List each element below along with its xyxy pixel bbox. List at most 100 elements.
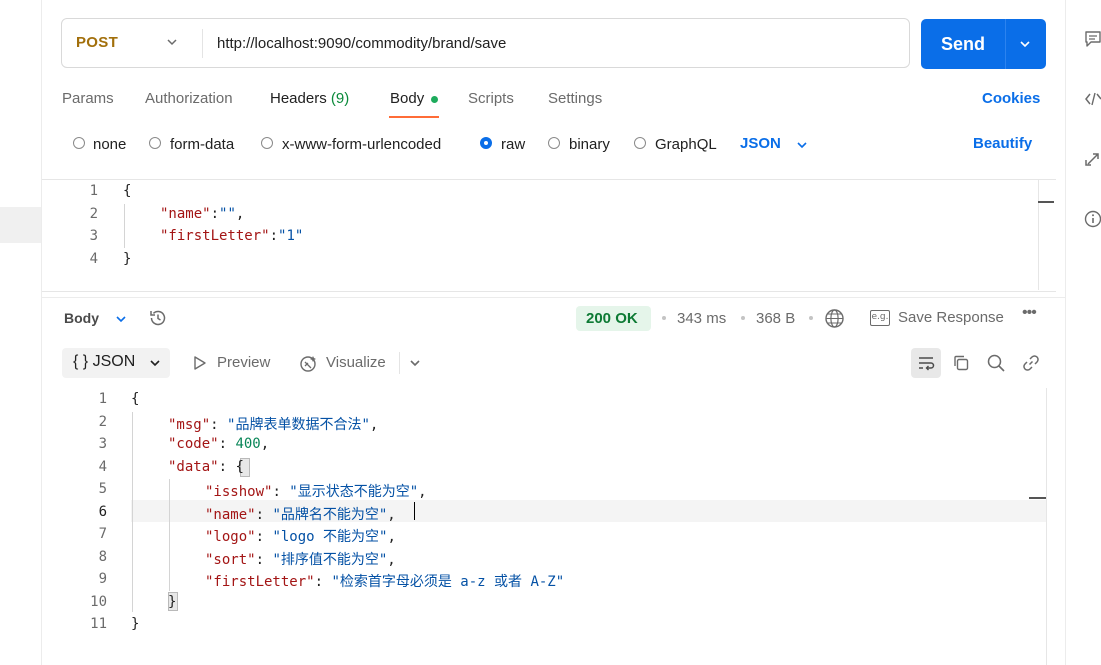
separator-dot bbox=[741, 316, 745, 320]
json-string: "品牌名不能为空" bbox=[272, 507, 388, 523]
response-format-select[interactable]: { } JSON bbox=[62, 348, 170, 378]
code-icon[interactable] bbox=[1084, 90, 1101, 108]
language-select[interactable]: JSON bbox=[740, 135, 781, 152]
line-number: 4 bbox=[89, 251, 98, 267]
response-format-label: { } JSON bbox=[73, 353, 136, 370]
preview-button[interactable]: Preview bbox=[217, 354, 270, 371]
chevron-down-icon[interactable] bbox=[795, 138, 809, 152]
chevron-down-icon[interactable] bbox=[1018, 37, 1032, 51]
json-key: "msg" bbox=[168, 417, 211, 433]
indent-guide bbox=[124, 204, 125, 248]
json-string: "" bbox=[219, 206, 236, 222]
url-input[interactable]: http://localhost:9090/commodity/brand/sa… bbox=[217, 35, 506, 52]
tab-settings[interactable]: Settings bbox=[548, 90, 602, 107]
code-line: "name": "品牌名不能为空", bbox=[205, 507, 396, 523]
history-icon[interactable] bbox=[148, 308, 168, 328]
radio-form-data-label[interactable]: form-data bbox=[170, 136, 234, 153]
send-divider bbox=[1005, 19, 1006, 69]
tab-body[interactable]: Body bbox=[390, 90, 424, 107]
tab-params[interactable]: Params bbox=[62, 90, 114, 107]
info-icon[interactable] bbox=[1084, 210, 1101, 228]
code-line: "code": 400, bbox=[168, 436, 270, 452]
json-string: "品牌表单数据不合法" bbox=[227, 417, 370, 433]
radio-raw-label[interactable]: raw bbox=[501, 136, 525, 153]
code-brace: } bbox=[131, 616, 140, 632]
cookies-link[interactable]: Cookies bbox=[982, 90, 1040, 107]
request-editor-scroll-marker bbox=[1038, 201, 1054, 203]
tab-headers[interactable]: Headers (9) bbox=[270, 90, 349, 107]
beautify-button[interactable]: Beautify bbox=[973, 135, 1032, 152]
json-key: "code" bbox=[168, 436, 219, 452]
copy-icon[interactable] bbox=[951, 353, 971, 373]
headers-count-badge: (9) bbox=[330, 90, 350, 107]
response-body-select[interactable]: Body bbox=[64, 310, 99, 326]
send-button[interactable]: Send bbox=[921, 19, 1046, 69]
json-key: "sort" bbox=[205, 552, 256, 568]
line-number: 11 bbox=[90, 616, 107, 632]
radio-urlencoded[interactable] bbox=[261, 137, 273, 149]
left-sidebar-selected-item[interactable] bbox=[0, 207, 41, 243]
wrap-lines-button[interactable] bbox=[911, 348, 941, 378]
response-editor-scrollbar[interactable] bbox=[1046, 388, 1047, 665]
save-response-button[interactable]: Save Response bbox=[898, 309, 1004, 326]
code-line: "isshow": "显示状态不能为空", bbox=[205, 484, 427, 500]
tab-scripts[interactable]: Scripts bbox=[468, 90, 514, 107]
visualize-button[interactable]: Visualize bbox=[326, 354, 386, 371]
globe-icon[interactable] bbox=[824, 308, 845, 329]
body-indicator-dot bbox=[431, 96, 438, 103]
comment-icon[interactable] bbox=[1084, 30, 1101, 48]
response-editor-scroll-marker bbox=[1029, 497, 1046, 499]
code-brace: { bbox=[235, 459, 244, 475]
line-number: 1 bbox=[98, 391, 107, 407]
code-brace: } bbox=[123, 251, 132, 267]
radio-graphql[interactable] bbox=[634, 137, 646, 149]
visualize-icon[interactable] bbox=[299, 353, 319, 373]
tab-authorization[interactable]: Authorization bbox=[145, 90, 233, 107]
code-line: "firstLetter": "检索首字母必须是 a-z 或者 A-Z" bbox=[205, 574, 565, 590]
search-icon[interactable] bbox=[986, 353, 1006, 373]
json-key: "name" bbox=[205, 507, 256, 523]
radio-binary[interactable] bbox=[548, 137, 560, 149]
line-number: 9 bbox=[98, 571, 107, 587]
right-sidebar bbox=[1066, 0, 1101, 665]
more-options-icon[interactable]: ••• bbox=[1022, 304, 1037, 322]
line-number: 8 bbox=[98, 549, 107, 565]
radio-none[interactable] bbox=[73, 137, 85, 149]
link-icon[interactable] bbox=[1021, 353, 1041, 373]
radio-graphql-label[interactable]: GraphQL bbox=[655, 136, 717, 153]
code-line: "name":"", bbox=[160, 206, 245, 222]
active-tab-underline bbox=[389, 116, 439, 118]
chevron-down-icon[interactable] bbox=[165, 35, 179, 49]
code-line: "data": { bbox=[168, 459, 244, 475]
wrap-icon bbox=[919, 357, 935, 371]
play-icon[interactable] bbox=[192, 355, 208, 371]
json-string: "排序值不能为空" bbox=[272, 552, 388, 568]
response-time[interactable]: 343 ms bbox=[677, 310, 726, 327]
left-sidebar bbox=[0, 0, 41, 665]
line-number: 2 bbox=[98, 414, 107, 430]
chevron-down-icon[interactable] bbox=[408, 356, 422, 370]
chevron-down-icon[interactable] bbox=[114, 312, 128, 326]
radio-form-data[interactable] bbox=[149, 137, 161, 149]
json-number: 400 bbox=[235, 436, 261, 452]
url-bar[interactable]: POST http://localhost:9090/commodity/bra… bbox=[61, 18, 910, 68]
radio-raw[interactable] bbox=[480, 137, 492, 149]
transform-icon[interactable] bbox=[1084, 150, 1101, 168]
line-number: 7 bbox=[98, 526, 107, 542]
json-string: "logo 不能为空" bbox=[272, 529, 388, 545]
method-select[interactable]: POST bbox=[76, 34, 118, 51]
separator-dot bbox=[662, 316, 666, 320]
json-string: "1" bbox=[278, 228, 304, 244]
radio-binary-label[interactable]: binary bbox=[569, 136, 610, 153]
url-divider bbox=[202, 29, 203, 58]
status-text: 200 OK bbox=[586, 310, 638, 327]
status-badge[interactable]: 200 OK bbox=[576, 306, 651, 331]
response-size[interactable]: 368 B bbox=[756, 310, 795, 327]
indent-guide bbox=[132, 412, 133, 612]
radio-none-label[interactable]: none bbox=[93, 136, 126, 153]
code-brace: { bbox=[131, 391, 140, 407]
request-editor-scrollbar[interactable] bbox=[1038, 179, 1039, 290]
send-button-label[interactable]: Send bbox=[941, 34, 985, 55]
radio-urlencoded-label[interactable]: x-www-form-urlencoded bbox=[282, 136, 441, 153]
text-cursor bbox=[414, 502, 415, 520]
